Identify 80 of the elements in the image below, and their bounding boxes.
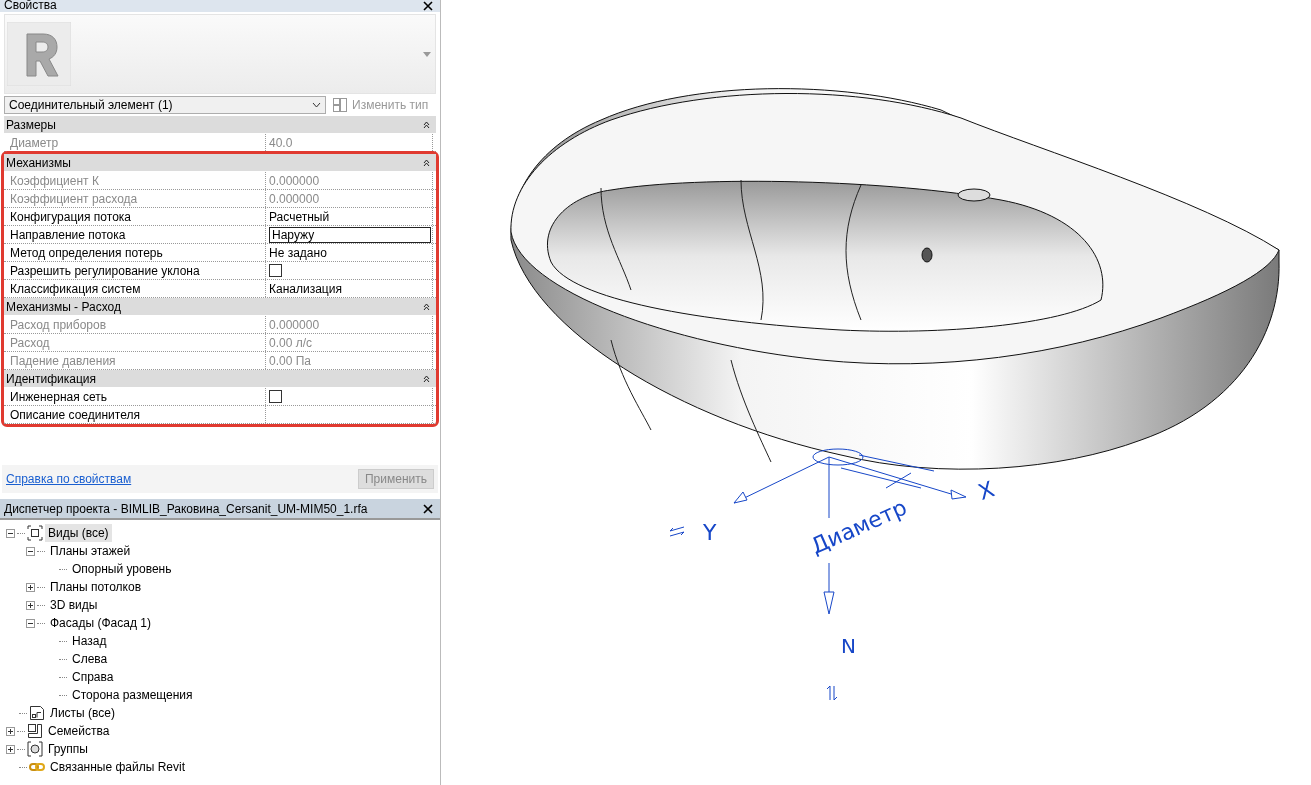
dropdown-arrow-icon[interactable]: [423, 51, 431, 57]
expand-toggle[interactable]: [26, 582, 35, 592]
plus-icon: [27, 601, 34, 609]
property-name: Коэффициент К: [4, 172, 266, 189]
close-icon: [423, 1, 433, 11]
group-header[interactable]: Механизмы: [4, 154, 436, 172]
tree-item[interactable]: Семейства: [45, 722, 113, 740]
tree-item[interactable]: Виды (все): [45, 524, 112, 542]
property-name: Метод определения потерь: [4, 244, 266, 261]
property-name: Конфигурация потока: [4, 208, 266, 225]
tree-item[interactable]: Фасады (Фасад 1): [47, 614, 154, 632]
collapse-icon: [423, 302, 430, 311]
families-icon: [27, 723, 43, 739]
property-name: Направление потока: [4, 226, 266, 243]
collapse-toggle[interactable]: [6, 528, 15, 538]
property-name: Диаметр: [4, 134, 266, 151]
tree-item[interactable]: Планы этажей: [47, 542, 134, 560]
panel-title: Свойства: [4, 0, 57, 12]
property-value: 0.00 Па: [266, 352, 433, 369]
collapse-icon: [423, 120, 430, 129]
checkbox[interactable]: [269, 390, 282, 403]
tree-item[interactable]: Слева: [69, 650, 111, 668]
tree-item[interactable]: Листы (все): [47, 704, 118, 722]
property-name: Падение давления: [4, 352, 266, 369]
panel-title: Диспетчер проекта - BIMLIB_Раковина_Cersanit_UM-MIM50_1.rfa: [4, 501, 368, 516]
views-icon: [27, 525, 43, 541]
tree-item[interactable]: Связанные файлы Revit: [47, 758, 189, 776]
help-link[interactable]: Справка по свойствам: [6, 472, 132, 486]
caret-icon: [312, 102, 321, 108]
expand-toggle[interactable]: [26, 600, 35, 610]
expand-toggle[interactable]: [6, 744, 15, 754]
property-value: 0.000000: [266, 172, 433, 189]
tree-item[interactable]: 3D виды: [47, 596, 101, 614]
collapse-toggle[interactable]: [26, 546, 35, 556]
property-value: Не задано: [266, 244, 433, 261]
value-field[interactable]: Наружу: [269, 226, 431, 243]
group-header[interactable]: Идентификация: [4, 370, 436, 388]
property-name: Расход приборов: [4, 316, 266, 333]
tree-item[interactable]: Группы: [45, 740, 91, 758]
axis-label: N: [841, 636, 856, 656]
type-selector[interactable]: Соединительный элемент (1): [4, 96, 326, 114]
property-name: Инженерная сеть: [4, 388, 266, 405]
property-name: Расход: [4, 334, 266, 351]
revit-logo-icon: [7, 22, 71, 86]
tree-item[interactable]: Сторона размещения: [69, 686, 196, 704]
flip-arrows-icon: [826, 685, 838, 701]
collapse-icon: [423, 374, 430, 383]
collapse-icon: [423, 158, 430, 167]
group-header[interactable]: Размеры: [4, 116, 436, 134]
chain-link-icon: [29, 762, 45, 772]
property-name: Классификация систем: [4, 280, 266, 297]
plus-icon: [27, 583, 34, 591]
axis-label: X: [975, 478, 998, 504]
collapse-toggle[interactable]: [26, 618, 35, 628]
property-value: Канализация: [266, 280, 433, 297]
property-value: 40.0: [266, 134, 433, 151]
close-button[interactable]: [422, 0, 434, 12]
tree-item[interactable]: Опорный уровень: [69, 560, 175, 578]
group-header[interactable]: Механизмы - Расход: [4, 298, 436, 316]
edit-type-icon: [332, 97, 348, 113]
plus-icon: [7, 745, 14, 753]
property-value: Расчетный: [266, 208, 433, 225]
flip-arrows-icon: [669, 526, 685, 537]
axis-label: Y: [703, 522, 717, 544]
plus-icon: [7, 727, 14, 735]
tree-item[interactable]: Справа: [69, 668, 117, 686]
tree-item[interactable]: Планы потолков: [47, 578, 144, 596]
groups-icon: [27, 741, 43, 757]
property-name: Разрешить регулирование уклона: [4, 262, 266, 279]
checkbox[interactable]: [269, 264, 282, 277]
property-name: Коэффициент расхода: [4, 190, 266, 207]
sheets-icon: [29, 705, 45, 721]
expand-toggle[interactable]: [6, 726, 15, 736]
close-icon: [423, 503, 433, 514]
property-value: 0.000000: [266, 316, 433, 333]
property-value: 0.00 л/с: [266, 334, 433, 351]
property-name: Описание соединителя: [4, 406, 266, 423]
close-button[interactable]: [422, 502, 434, 515]
tree-item[interactable]: Назад: [69, 632, 110, 650]
property-value: 0.000000: [266, 190, 433, 207]
